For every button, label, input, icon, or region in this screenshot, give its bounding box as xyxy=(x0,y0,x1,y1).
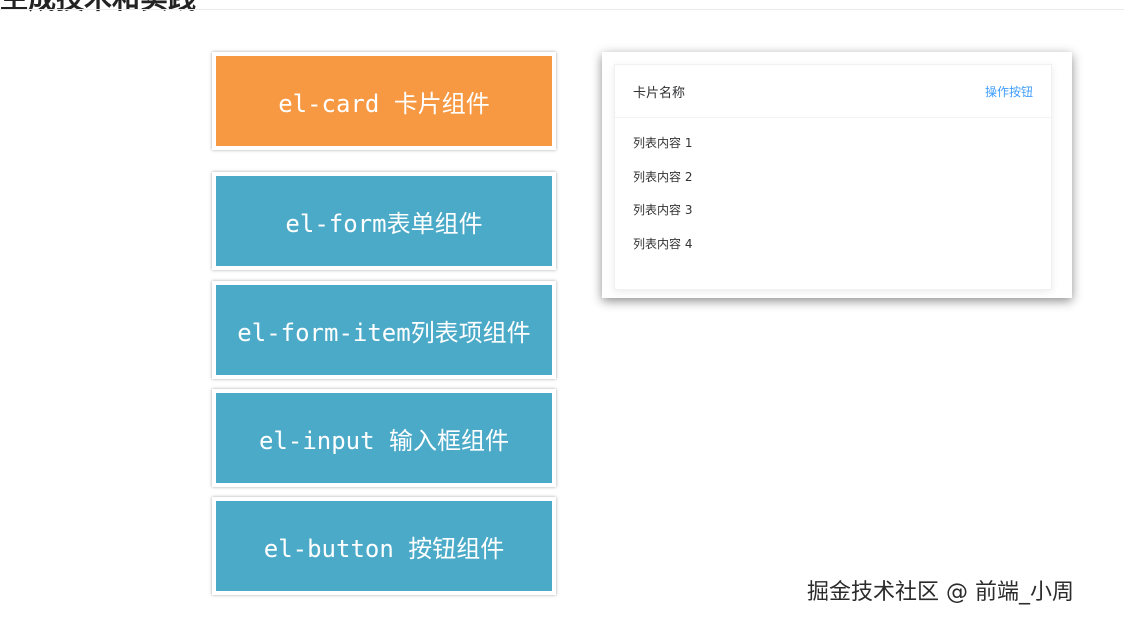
list-item: 列表内容 4 xyxy=(633,236,693,251)
page: 生成技术和实践 el-card 卡片组件 el-form表单组件 el-form… xyxy=(0,0,1124,621)
heading-divider xyxy=(0,9,1124,10)
list-item: 列表内容 2 xyxy=(633,169,693,184)
el-form-item-component-box: el-form-item列表项组件 xyxy=(212,281,556,379)
card-title: 卡片名称 xyxy=(633,86,686,101)
list-item: 列表内容 3 xyxy=(633,203,693,217)
watermark: 掘金技术社区 @ 前端_小周 xyxy=(807,580,1074,605)
el-card-component-box: el-card 卡片组件 xyxy=(212,52,556,150)
card-header: 卡片名称 操作按钮 xyxy=(615,65,1051,118)
card-preview-panel: 卡片名称 操作按钮 列表内容 1 列表内容 2 列表内容 3 列表内容 4 xyxy=(602,52,1072,298)
card-action-button[interactable]: 操作按钮 xyxy=(985,83,1033,100)
card-preview: 卡片名称 操作按钮 列表内容 1 列表内容 2 列表内容 3 列表内容 4 xyxy=(614,64,1052,290)
card-body: 列表内容 1 列表内容 2 列表内容 3 列表内容 4 xyxy=(633,133,692,267)
list-item: 列表内容 1 xyxy=(633,136,693,150)
page-heading: 生成技术和实践 xyxy=(0,0,196,16)
el-input-component-box: el-input 输入框组件 xyxy=(212,389,556,487)
el-form-component-box: el-form表单组件 xyxy=(212,172,556,270)
el-button-component-box: el-button 按钮组件 xyxy=(212,497,556,595)
